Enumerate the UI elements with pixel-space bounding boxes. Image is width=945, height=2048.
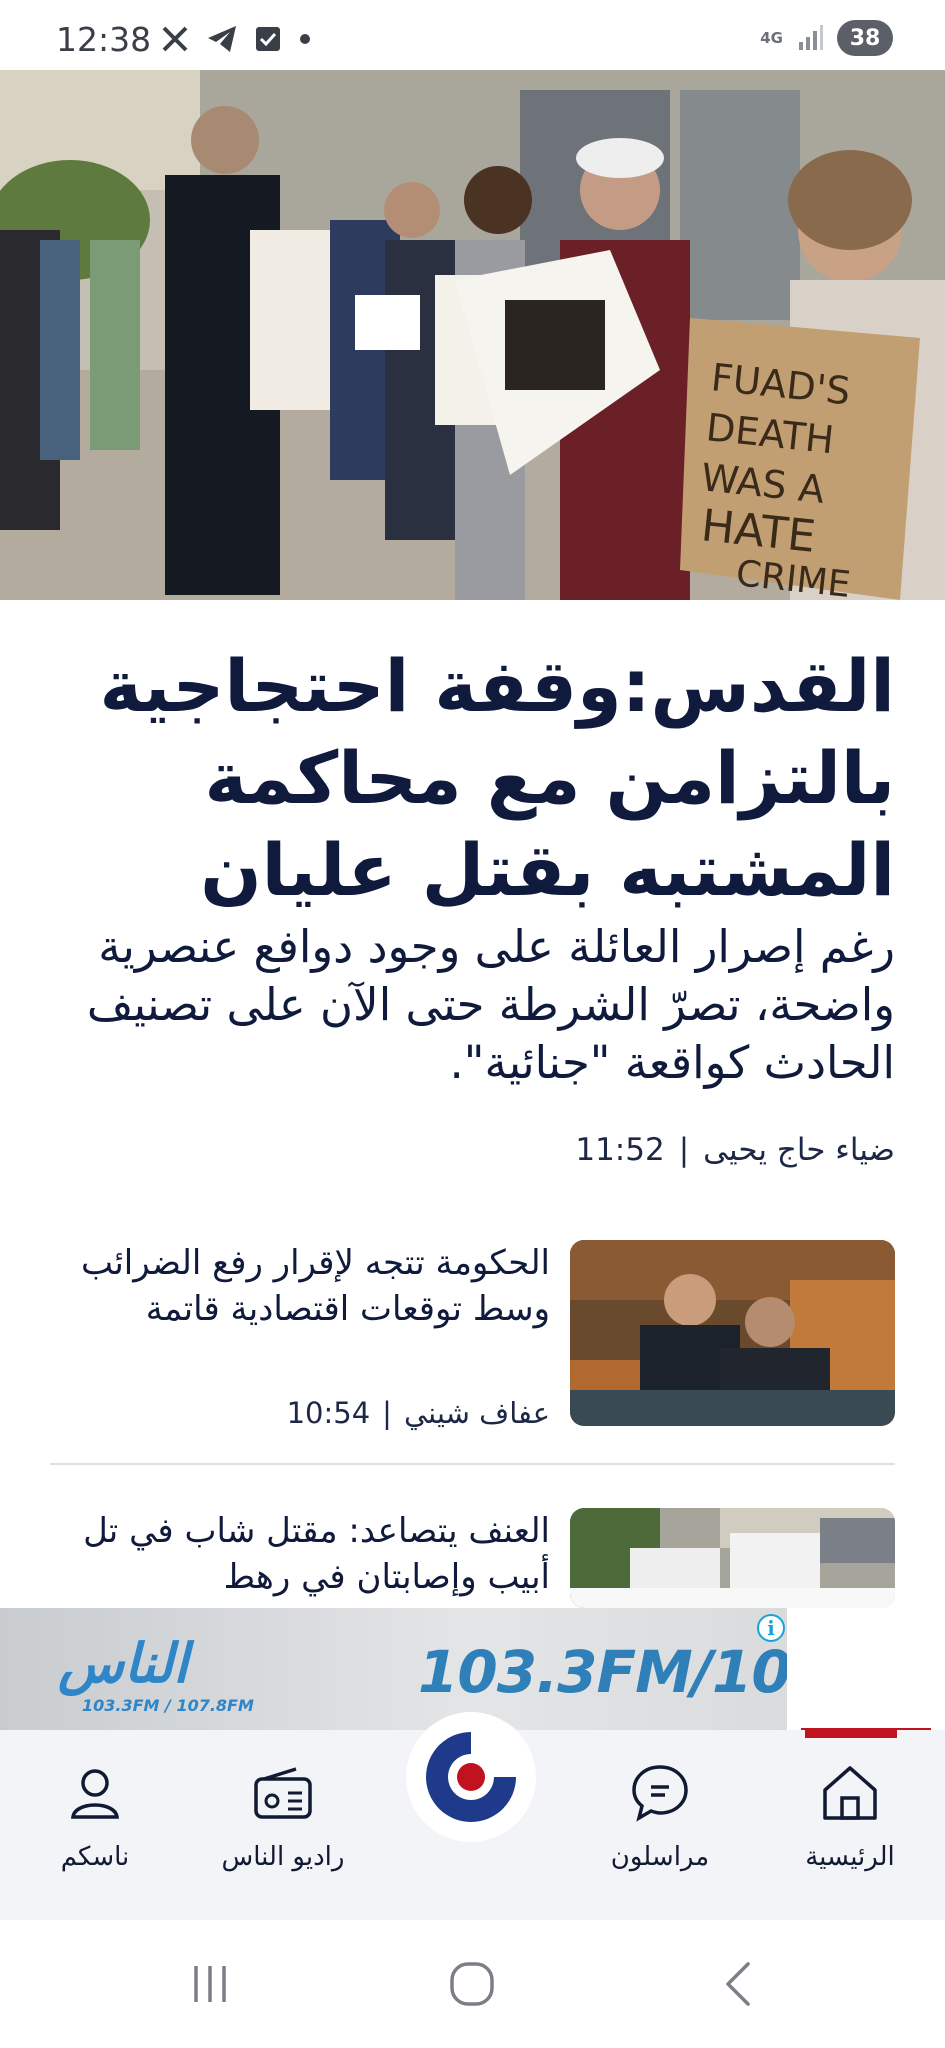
nav-label: راديو الناس	[221, 1842, 345, 1872]
article-headline[interactable]: القدس:وقفة احتجاجية بالتزامن مع محاكمة ا…	[35, 640, 895, 916]
home-button[interactable]	[442, 1958, 502, 2010]
ad-logo-frequencies: 103.3FM / 107.8FM	[82, 1696, 254, 1715]
back-button[interactable]	[708, 1958, 768, 2010]
article-title[interactable]: العنف يتصاعد: مقتل شاب في تل أبيب وإصابت…	[50, 1508, 550, 1600]
article-subheadline: رغم إصرار العائلة على وجود دوافع عنصرية …	[86, 920, 895, 1089]
thumbnail-photo	[570, 1508, 895, 1608]
notification-icons	[160, 24, 312, 54]
status-bar: 12:38 4G 38	[0, 0, 945, 70]
thumbnail-photo	[570, 1240, 895, 1426]
system-navigation-bar	[0, 1920, 945, 2048]
nav-item-home[interactable]: الرئيسية	[765, 1730, 935, 1920]
app-logo-button[interactable]	[406, 1712, 536, 1842]
article-title[interactable]: الحكومة تتجه لإقرار رفع الضرائب وسط توقع…	[50, 1240, 550, 1332]
x-app-icon	[162, 26, 188, 52]
hero-image[interactable]: FUAD'S DEATH WAS A HATE CRIME	[0, 70, 945, 600]
article-thumbnail[interactable]	[570, 1508, 895, 1608]
system-status-icons: 4G 38	[760, 20, 893, 56]
nav-label: مراسلون	[610, 1842, 710, 1872]
ad-info-icon[interactable]: i	[757, 1614, 785, 1642]
ad-logo: الناس	[58, 1632, 189, 1695]
publish-time: 10:54	[286, 1396, 371, 1430]
nav-item-radio[interactable]: راديو الناس	[198, 1730, 368, 1920]
article-thumbnail[interactable]	[570, 1240, 895, 1426]
nav-label: ناسكم	[60, 1842, 130, 1872]
list-item[interactable]: العنف يتصاعد: مقتل شاب في تل أبيب وإصابت…	[50, 1508, 895, 1608]
nav-label: الرئيسية	[805, 1842, 895, 1872]
app-logo-icon	[426, 1732, 516, 1822]
radio-icon	[248, 1758, 318, 1828]
recent-apps-icon	[194, 1966, 226, 2002]
status-time: 12:38	[56, 20, 152, 59]
home-icon	[815, 1758, 885, 1828]
author-name[interactable]: عفاف شيني	[404, 1396, 550, 1430]
author-name[interactable]: ضياء حاج يحيى	[703, 1132, 895, 1168]
article-byline: ضياء حاج يحيى | 11:52	[575, 1132, 895, 1168]
signal-icon	[799, 25, 823, 50]
chat-icon	[625, 1758, 695, 1828]
back-chevron-icon	[726, 1962, 750, 2006]
hero-photo: FUAD'S DEATH WAS A HATE CRIME	[0, 70, 945, 600]
home-circle-icon	[450, 1962, 494, 2006]
list-item[interactable]: الحكومة تتجه لإقرار رفع الضرائب وسط توقع…	[50, 1240, 895, 1430]
byline-separator: |	[678, 1132, 690, 1168]
nav-item-correspondents[interactable]: مراسلون	[575, 1730, 745, 1920]
ad-side-panel	[787, 1608, 945, 1730]
article-meta: عفاف شيني | 10:54	[287, 1396, 550, 1430]
divider	[50, 1463, 895, 1465]
telegram-icon	[208, 26, 236, 52]
battery-indicator: 38	[837, 20, 893, 56]
dot-icon	[300, 34, 310, 44]
nav-item-profile[interactable]: ناسكم	[10, 1730, 180, 1920]
recent-apps-button[interactable]	[180, 1958, 240, 2010]
network-label: 4G	[760, 28, 783, 47]
publish-time: 11:52	[575, 1132, 665, 1168]
check-box-icon	[256, 27, 280, 51]
person-icon	[60, 1758, 130, 1828]
byline-separator: |	[382, 1396, 392, 1430]
